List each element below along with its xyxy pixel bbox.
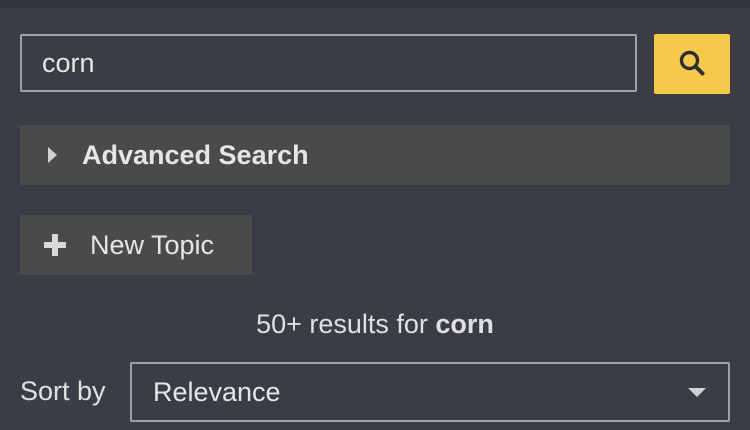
sort-label: Sort by [20, 376, 106, 406]
top-divider [0, 0, 750, 8]
search-icon [678, 49, 706, 80]
plus-icon [44, 234, 66, 256]
new-topic-button[interactable]: New Topic [20, 215, 252, 275]
sort-select[interactable]: Relevance [130, 362, 730, 422]
chevron-down-icon [688, 387, 706, 397]
results-count-text: 50+ results for [256, 309, 436, 339]
search-button[interactable] [654, 34, 730, 94]
results-query: corn [435, 309, 494, 339]
new-topic-label: New Topic [90, 229, 215, 260]
sort-selected-value: Relevance [153, 376, 281, 407]
advanced-search-label: Advanced Search [82, 139, 309, 170]
search-input[interactable] [20, 34, 637, 92]
results-summary: 50+ results for corn [0, 309, 750, 340]
caret-right-icon [48, 147, 57, 163]
advanced-search-toggle[interactable]: Advanced Search [20, 125, 730, 185]
